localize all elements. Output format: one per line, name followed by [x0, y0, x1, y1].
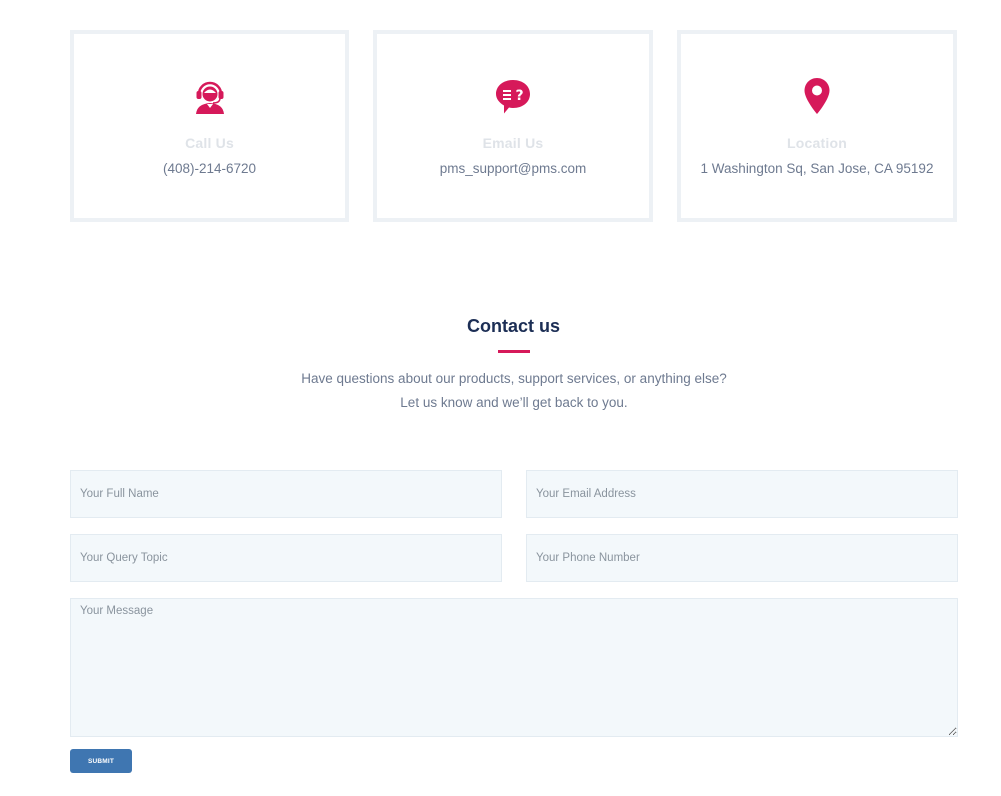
card-title: Location	[787, 135, 847, 151]
location-card: Location 1 Washington Sq, San Jose, CA 9…	[677, 30, 957, 222]
headset-support-icon	[190, 76, 230, 116]
email-us-card: ? Email Us pms_support@pms.com	[373, 30, 653, 222]
svg-text:?: ?	[515, 88, 523, 104]
section-heading: Contact us	[466, 316, 560, 336]
contact-info-cards: Call Us (408)-214-6720 ? Email Us pms_su…	[70, 30, 957, 222]
submit-button[interactable]: SUBMIT	[70, 749, 132, 773]
card-title: Email Us	[482, 135, 544, 151]
phone-number-input[interactable]	[526, 534, 958, 582]
speech-bubble-question-icon: ?	[493, 76, 533, 116]
email-address: pms_support@pms.com	[439, 161, 587, 176]
email-address-input[interactable]	[526, 470, 958, 518]
heading-underline	[498, 350, 530, 353]
card-title: Call Us	[185, 135, 234, 151]
map-pin-icon	[797, 76, 837, 116]
full-name-input[interactable]	[70, 470, 502, 518]
query-topic-input[interactable]	[70, 534, 502, 582]
address: 1 Washington Sq, San Jose, CA 95192	[700, 161, 934, 176]
message-textarea[interactable]	[70, 598, 958, 737]
section-subtitle: Have questions about our products, suppo…	[301, 371, 727, 410]
phone-number: (408)-214-6720	[162, 161, 257, 176]
call-us-card: Call Us (408)-214-6720	[70, 30, 349, 222]
